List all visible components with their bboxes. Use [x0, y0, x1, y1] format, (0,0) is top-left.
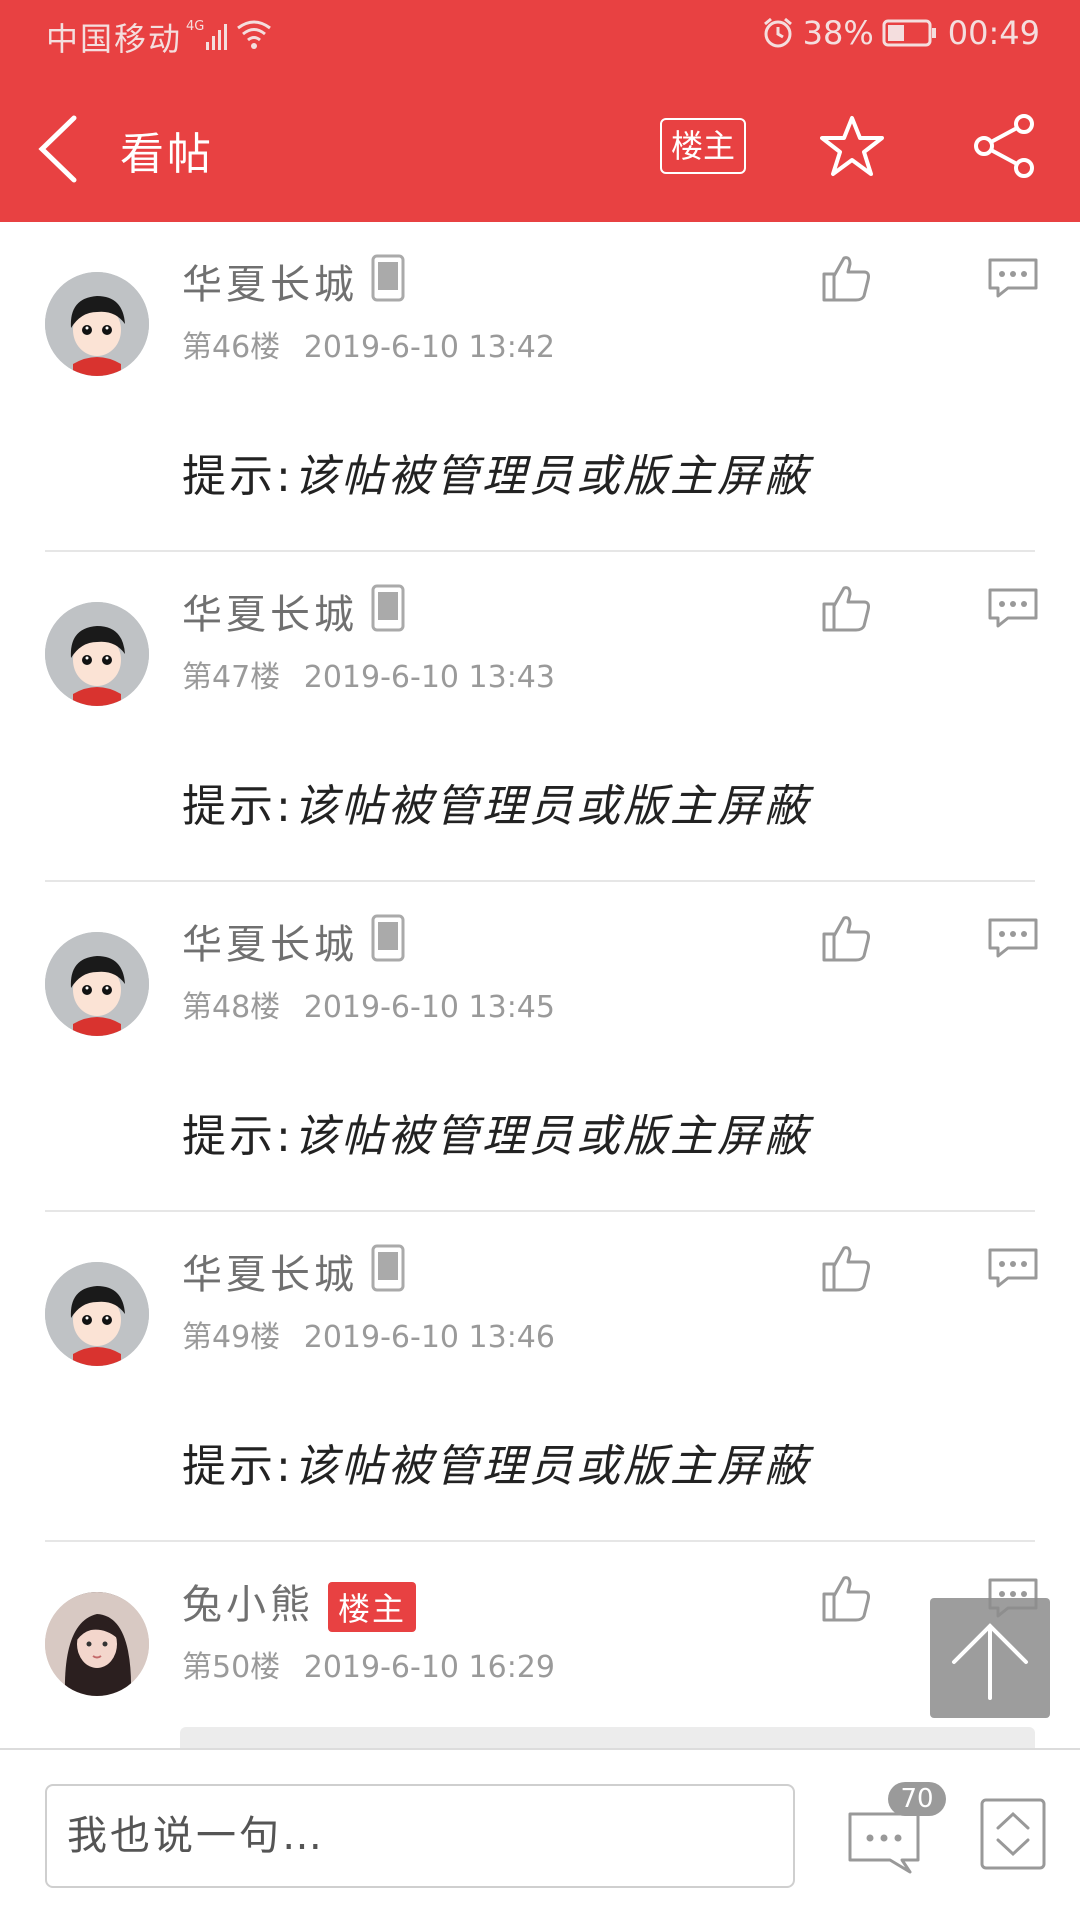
comment-count-badge: 70: [888, 1782, 946, 1816]
scroll-to-top-button[interactable]: [930, 1598, 1050, 1718]
photo-avatar-icon: [45, 1592, 149, 1696]
network-type: 4G: [186, 19, 204, 34]
blocked-notice: 提示:该帖被管理员或版主屏蔽: [182, 440, 811, 504]
cartoon-boy-avatar-icon: [45, 1262, 149, 1366]
notice-prefix: 提示:: [182, 781, 294, 832]
notice-message: 该帖被管理员或版主屏蔽: [293, 1111, 811, 1162]
carrier-name: 中国移动: [46, 20, 183, 58]
notice-prefix: 提示:: [182, 1111, 294, 1162]
op-only-button[interactable]: 楼主: [660, 118, 746, 174]
cartoon-boy-avatar-icon: [45, 602, 149, 706]
page-title: 看帖: [120, 129, 214, 180]
reply-icon[interactable]: [986, 1246, 1040, 1290]
blocked-notice: 提示:该帖被管理员或版主屏蔽: [182, 1430, 811, 1494]
avatar[interactable]: [45, 272, 149, 376]
cartoon-boy-avatar-icon: [45, 272, 149, 376]
notice-prefix: 提示:: [182, 451, 294, 502]
battery-icon: [882, 19, 936, 47]
floor-number: 第48楼: [182, 990, 281, 1025]
reply-icon[interactable]: [986, 586, 1040, 630]
top-bar: 中国移动 4G 38% 00:49 看帖 楼主: [0, 0, 1080, 222]
reply-icon[interactable]: [986, 256, 1040, 300]
thumbs-up-icon[interactable]: [820, 1242, 872, 1294]
reply-input[interactable]: [45, 1784, 795, 1888]
alarm-icon: [763, 17, 792, 48]
clock: 00:49: [947, 14, 1040, 52]
post-item: 华夏长城 第48楼 2019-6-10 13:45 提示:该帖被管理员或版主屏蔽: [0, 882, 1080, 1212]
post-time: 2019-6-10 13:46: [303, 1320, 555, 1355]
avatar[interactable]: [45, 1592, 149, 1696]
thumbs-up-icon[interactable]: [820, 252, 872, 304]
bottom-bar: 70: [0, 1748, 1080, 1922]
blocked-notice: 提示:该帖被管理员或版主屏蔽: [182, 770, 811, 834]
avatar[interactable]: [45, 602, 149, 706]
author-name[interactable]: 华夏长城: [182, 582, 358, 640]
post-item: 华夏长城 第47楼 2019-6-10 13:43 提示:该帖被管理员或版主屏蔽: [0, 552, 1080, 882]
notice-message: 该帖被管理员或版主屏蔽: [293, 451, 811, 502]
floor-number: 第46楼: [182, 330, 281, 365]
thumbs-up-icon[interactable]: [820, 912, 872, 964]
post-meta: 第47楼 2019-6-10 13:43: [182, 652, 555, 696]
mobile-icon: [371, 584, 405, 632]
post-item: 华夏长城 第49楼 2019-6-10 13:46 提示:该帖被管理员或版主屏蔽: [0, 1212, 1080, 1542]
author-name[interactable]: 华夏长城: [182, 252, 358, 310]
notice-prefix: 提示:: [182, 1441, 294, 1492]
post-meta: 第50楼 2019-6-10 16:29: [182, 1642, 555, 1686]
status-bar: 中国移动 4G 38% 00:49: [0, 0, 1080, 72]
status-right: 38% 00:49: [761, 14, 1040, 52]
page-jump-icon[interactable]: [980, 1798, 1046, 1870]
post-meta: 第46楼 2019-6-10 13:42: [182, 322, 555, 366]
author-name-text: 兔小熊: [182, 1582, 314, 1628]
avatar[interactable]: [45, 932, 149, 1036]
post-time: 2019-6-10 16:29: [303, 1650, 555, 1685]
floor-number: 第49楼: [182, 1320, 281, 1355]
arrow-up-icon: [952, 1623, 1028, 1700]
mobile-icon: [371, 914, 405, 962]
post-time: 2019-6-10 13:45: [303, 990, 555, 1025]
op-badge: 楼主: [328, 1582, 417, 1632]
thumbs-up-icon[interactable]: [820, 582, 872, 634]
avatar[interactable]: [45, 1262, 149, 1366]
mobile-icon: [371, 1244, 405, 1292]
post-meta: 第48楼 2019-6-10 13:45: [182, 982, 555, 1026]
post-item: 华夏长城 第46楼 2019-6-10 13:42 提示:该帖被管理员或版主屏蔽: [0, 222, 1080, 552]
post-time: 2019-6-10 13:42: [303, 330, 555, 365]
nav-row: 看帖 楼主: [0, 90, 1080, 210]
share-icon[interactable]: [972, 114, 1036, 178]
author-name[interactable]: 华夏长城: [182, 1242, 358, 1300]
author-name[interactable]: 兔小熊 楼主: [182, 1572, 417, 1632]
post-time: 2019-6-10 13:43: [303, 660, 555, 695]
floor-number: 第50楼: [182, 1650, 281, 1685]
author-name[interactable]: 华夏长城: [182, 912, 358, 970]
battery-percent: 38%: [802, 14, 874, 52]
thumbs-up-icon[interactable]: [820, 1572, 872, 1624]
post-item: 兔小熊 楼主 第50楼 2019-6-10 16:29: [0, 1542, 1080, 1752]
star-icon[interactable]: [820, 114, 884, 178]
reply-icon[interactable]: [986, 916, 1040, 960]
back-icon[interactable]: [30, 112, 90, 186]
mobile-icon: [371, 254, 405, 302]
floor-number: 第47楼: [182, 660, 281, 695]
post-meta: 第49楼 2019-6-10 13:46: [182, 1312, 555, 1356]
signal-wifi-icon: 4G: [186, 19, 271, 50]
cartoon-boy-avatar-icon: [45, 932, 149, 1036]
notice-message: 该帖被管理员或版主屏蔽: [293, 1441, 811, 1492]
blocked-notice: 提示:该帖被管理员或版主屏蔽: [182, 1100, 811, 1164]
notice-message: 该帖被管理员或版主屏蔽: [293, 781, 811, 832]
